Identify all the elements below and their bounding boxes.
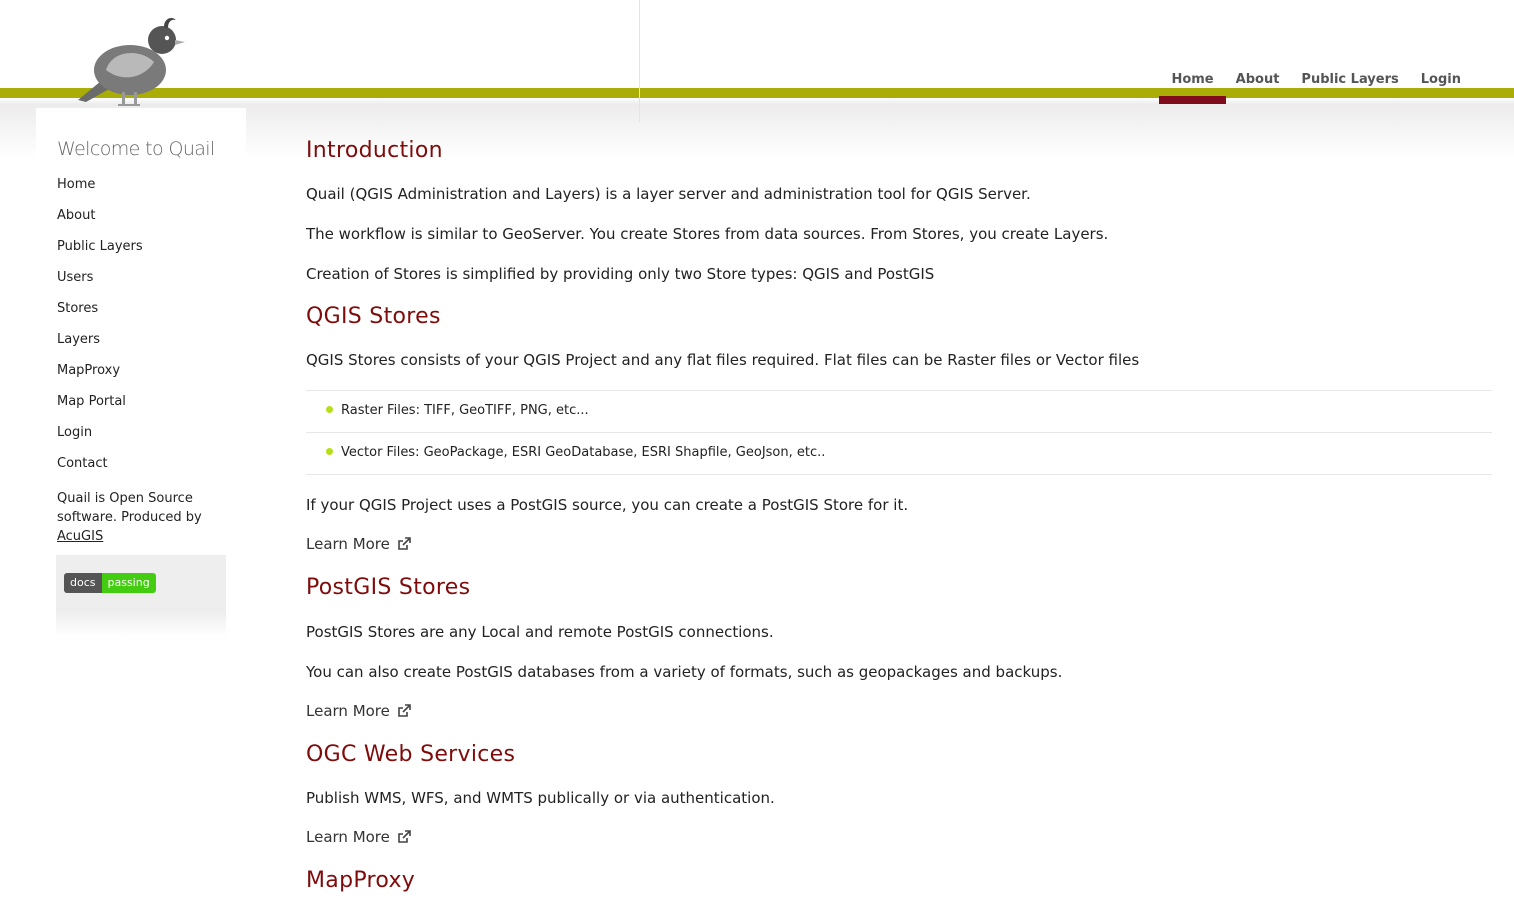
top-nav-home[interactable]: Home [1159, 72, 1226, 104]
sidebar-title: Welcome to Quail [57, 138, 215, 160]
acugis-link[interactable]: AcuGIS [57, 529, 103, 544]
sidebar-item-home[interactable]: Home [57, 177, 95, 192]
learn-more-label: Learn More [306, 535, 390, 553]
external-link-icon [398, 537, 411, 550]
heading-postgis-stores: PostGIS Stores [306, 575, 471, 600]
intro-paragraph-3: Creation of Stores is simplified by prov… [306, 265, 935, 283]
docs-status-badge[interactable]: docs passing [64, 573, 156, 593]
open-source-note-text: Quail is Open Source software. Produced … [57, 491, 202, 525]
list-item-text: Vector Files: GeoPackage, ESRI GeoDataba… [341, 445, 826, 460]
bullet-icon [326, 448, 333, 455]
top-nav: Home About Public Layers Login [1159, 72, 1472, 104]
ogc-paragraph-1: Publish WMS, WFS, and WMTS publically or… [306, 789, 775, 807]
badge-status: passing [101, 573, 156, 593]
sidebar-item-mapproxy[interactable]: MapProxy [57, 363, 120, 378]
qgis-paragraph-1: QGIS Stores consists of your QGIS Projec… [306, 351, 1140, 369]
heading-ogc-web-services: OGC Web Services [306, 742, 516, 767]
learn-more-label: Learn More [306, 828, 390, 846]
postgis-paragraph-2: You can also create PostGIS databases fr… [306, 663, 1063, 681]
sidebar-item-stores[interactable]: Stores [57, 301, 98, 316]
intro-paragraph-2: The workflow is similar to GeoServer. Yo… [306, 225, 1109, 243]
sidebar-item-layers[interactable]: Layers [57, 332, 100, 347]
postgis-learn-more-link[interactable]: Learn More [306, 702, 412, 720]
ogc-learn-more-link[interactable]: Learn More [306, 828, 412, 846]
header-divider [639, 0, 640, 122]
top-nav-about[interactable]: About [1225, 72, 1291, 92]
list-item: Vector Files: GeoPackage, ESRI GeoDataba… [306, 433, 1492, 475]
heading-mapproxy: MapProxy [306, 868, 416, 893]
bullet-icon [326, 406, 333, 413]
heading-qgis-stores: QGIS Stores [306, 304, 441, 329]
badge-label: docs [64, 573, 102, 593]
docs-badge-panel: docs passing [56, 555, 226, 609]
file-types-list: Raster Files: TIFF, GeoTIFF, PNG, etc...… [306, 390, 1492, 475]
quail-logo-icon[interactable] [72, 14, 192, 110]
badge-panel-shadow [56, 609, 226, 637]
open-source-note: Quail is Open Source software. Produced … [57, 489, 227, 546]
sidebar-item-users[interactable]: Users [57, 270, 93, 285]
postgis-paragraph-1: PostGIS Stores are any Local and remote … [306, 623, 774, 641]
list-item-text: Raster Files: TIFF, GeoTIFF, PNG, etc... [341, 403, 589, 418]
learn-more-label: Learn More [306, 702, 390, 720]
external-link-icon [398, 830, 411, 843]
sidebar-item-contact[interactable]: Contact [57, 456, 108, 471]
list-item: Raster Files: TIFF, GeoTIFF, PNG, etc... [306, 391, 1492, 433]
sidebar-item-public-layers[interactable]: Public Layers [57, 239, 143, 254]
intro-paragraph-1: Quail (QGIS Administration and Layers) i… [306, 185, 1031, 203]
sidebar-item-about[interactable]: About [57, 208, 95, 223]
sidebar-item-map-portal[interactable]: Map Portal [57, 394, 126, 409]
qgis-learn-more-link[interactable]: Learn More [306, 535, 412, 553]
sidebar-item-login[interactable]: Login [57, 425, 92, 440]
top-nav-public-layers[interactable]: Public Layers [1290, 72, 1409, 92]
heading-introduction: Introduction [306, 138, 443, 163]
qgis-paragraph-2: If your QGIS Project uses a PostGIS sour… [306, 496, 909, 514]
external-link-icon [398, 704, 411, 717]
sidebar-nav: Home About Public Layers Users Stores La… [57, 174, 143, 484]
top-nav-login[interactable]: Login [1410, 72, 1472, 92]
